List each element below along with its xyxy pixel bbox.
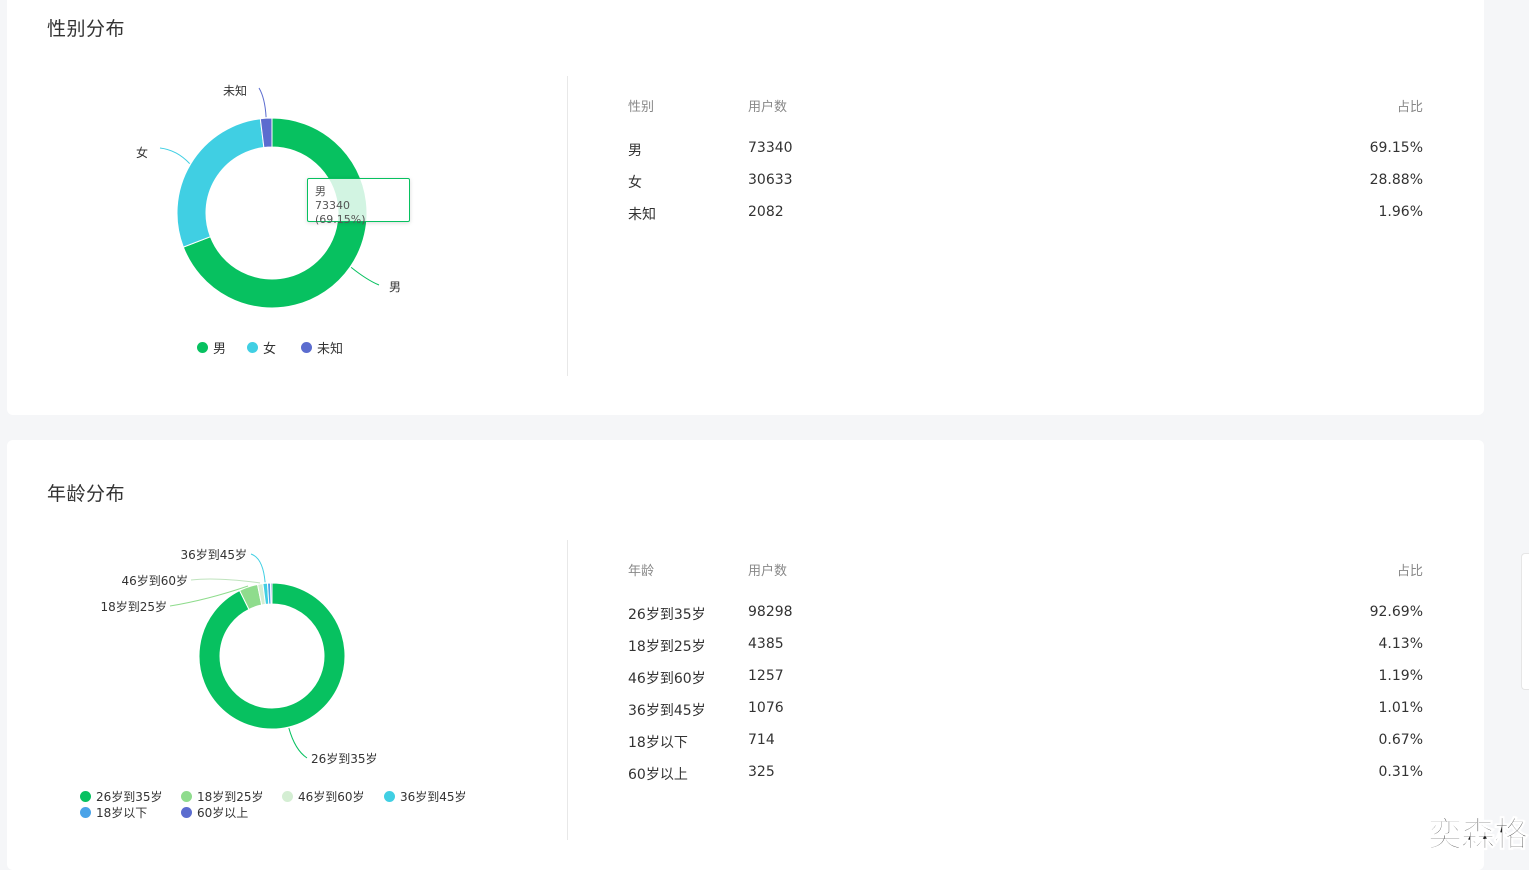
legend-item[interactable]: 46岁到60岁 (282, 788, 365, 805)
gender-divider (567, 76, 568, 376)
cell-ratio: 1.96% (1378, 204, 1423, 220)
cell-label: 未知 (628, 207, 656, 223)
slice-label: 46岁到60岁 (121, 573, 188, 588)
label-line (288, 727, 308, 759)
side-scroll-handle[interactable] (1521, 553, 1529, 690)
gender-donut-chart[interactable]: 男女未知 (7, 0, 567, 415)
cell-label: 36岁到45岁 (628, 703, 706, 719)
donut-slice[interactable] (198, 582, 346, 730)
header-gender: 性别 (628, 100, 655, 115)
cell-count: 714 (748, 732, 775, 748)
cell-label: 女 (628, 175, 642, 191)
table-row: 男 73340 69.15% (628, 140, 1423, 160)
cell-label: 26岁到35岁 (628, 607, 706, 623)
donut-slice[interactable] (176, 118, 265, 248)
legend-label: 36岁到45岁 (400, 790, 467, 804)
legend-item[interactable]: 36岁到45岁 (384, 788, 467, 805)
slice-label: 36岁到45岁 (180, 547, 247, 562)
header-age: 年龄 (628, 564, 655, 579)
table-row: 女 30633 28.88% (628, 172, 1423, 192)
cell-label: 男 (628, 143, 642, 159)
age-divider (567, 540, 568, 840)
legend-label: 18岁到25岁 (197, 790, 264, 804)
label-line (159, 147, 191, 164)
slice-label: 18岁到25岁 (100, 599, 167, 614)
legend-dot-icon (384, 791, 395, 802)
legend-dot-icon (247, 342, 258, 353)
slice-label: 未知 (223, 84, 247, 98)
legend-dot-icon (181, 791, 192, 802)
cell-count: 30633 (748, 172, 793, 188)
cell-count: 1257 (748, 668, 784, 684)
legend-item[interactable]: 26岁到35岁 (80, 788, 163, 805)
legend-item[interactable]: 18岁到25岁 (181, 788, 264, 805)
cell-count: 2082 (748, 204, 784, 220)
cell-ratio: 28.88% (1369, 172, 1423, 188)
legend-dot-icon (197, 342, 208, 353)
legend-label: 26岁到35岁 (96, 790, 163, 804)
legend-label: 60岁以上 (197, 806, 249, 820)
gender-tooltip: 男 73340 (69.15%) (307, 178, 410, 226)
table-row: 36岁到45岁 1076 1.01% (628, 700, 1423, 720)
cell-count: 4385 (748, 636, 784, 652)
legend-dot-icon (282, 791, 293, 802)
legend-label: 46岁到60岁 (298, 790, 365, 804)
legend-item[interactable]: 男 (197, 338, 226, 357)
cell-label: 18岁到25岁 (628, 639, 706, 655)
age-card: 年龄分布 26岁到35岁 18岁到25岁 46岁到60岁 36岁到45岁 26岁到35… (7, 440, 1484, 870)
table-row: 未知 2082 1.96% (628, 204, 1423, 224)
cell-count: 325 (748, 764, 775, 780)
cell-label: 46岁到60岁 (628, 671, 706, 687)
cell-ratio: 0.67% (1378, 732, 1423, 748)
legend-label: 18岁以下 (96, 806, 148, 820)
legend-dot-icon (181, 807, 192, 818)
slice-label: 26岁到35岁 (311, 751, 378, 766)
cell-ratio: 1.19% (1378, 668, 1423, 684)
legend-item[interactable]: 60岁以上 (181, 804, 248, 821)
slice-label: 男 (389, 280, 401, 294)
cell-ratio: 1.01% (1378, 700, 1423, 716)
cell-count: 73340 (748, 140, 793, 156)
label-line (250, 553, 266, 583)
cell-ratio: 69.15% (1369, 140, 1423, 156)
label-line (350, 266, 380, 286)
legend-dot-icon (80, 791, 91, 802)
label-line (190, 578, 261, 584)
table-row: 18岁以下 714 0.67% (628, 732, 1423, 752)
cell-ratio: 4.13% (1378, 636, 1423, 652)
cell-count: 98298 (748, 604, 793, 620)
table-row: 26岁到35岁 98298 92.69% (628, 604, 1423, 624)
table-row: 18岁到25岁 4385 4.13% (628, 636, 1423, 656)
legend-item[interactable]: 未知 (301, 338, 343, 357)
legend-label: 男 (213, 342, 227, 357)
table-row: 46岁到60岁 1257 1.19% (628, 668, 1423, 688)
legend-item[interactable]: 女 (247, 338, 276, 357)
gender-card: 性别分布 男女未知 男 73340 (69.15%) 男女未知 性别 用户数 占… (7, 0, 1484, 415)
label-line (258, 87, 267, 118)
header-ratio: 占比 (1396, 100, 1423, 115)
legend-item[interactable]: 18岁以下 (80, 804, 147, 821)
table-row: 60岁以上 325 0.31% (628, 764, 1423, 784)
cell-ratio: 0.31% (1378, 764, 1423, 780)
cell-label: 60岁以上 (628, 767, 688, 783)
legend-dot-icon (301, 342, 312, 353)
watermark-logo: 奕森格 (1428, 815, 1529, 856)
legend-dot-icon (80, 807, 91, 818)
header-ratio: 占比 (1396, 564, 1423, 579)
donut-slice[interactable] (270, 582, 273, 605)
tooltip-name: 男 (315, 185, 326, 198)
legend-label: 女 (263, 342, 277, 357)
cell-label: 18岁以下 (628, 735, 688, 751)
cell-ratio: 92.69% (1369, 604, 1423, 620)
legend-label: 未知 (317, 342, 344, 357)
tooltip-value: 73340 (69.15%) (315, 199, 366, 226)
header-users: 用户数 (748, 564, 788, 579)
slice-label: 女 (136, 145, 148, 160)
cell-count: 1076 (748, 700, 784, 716)
header-users: 用户数 (748, 100, 788, 115)
